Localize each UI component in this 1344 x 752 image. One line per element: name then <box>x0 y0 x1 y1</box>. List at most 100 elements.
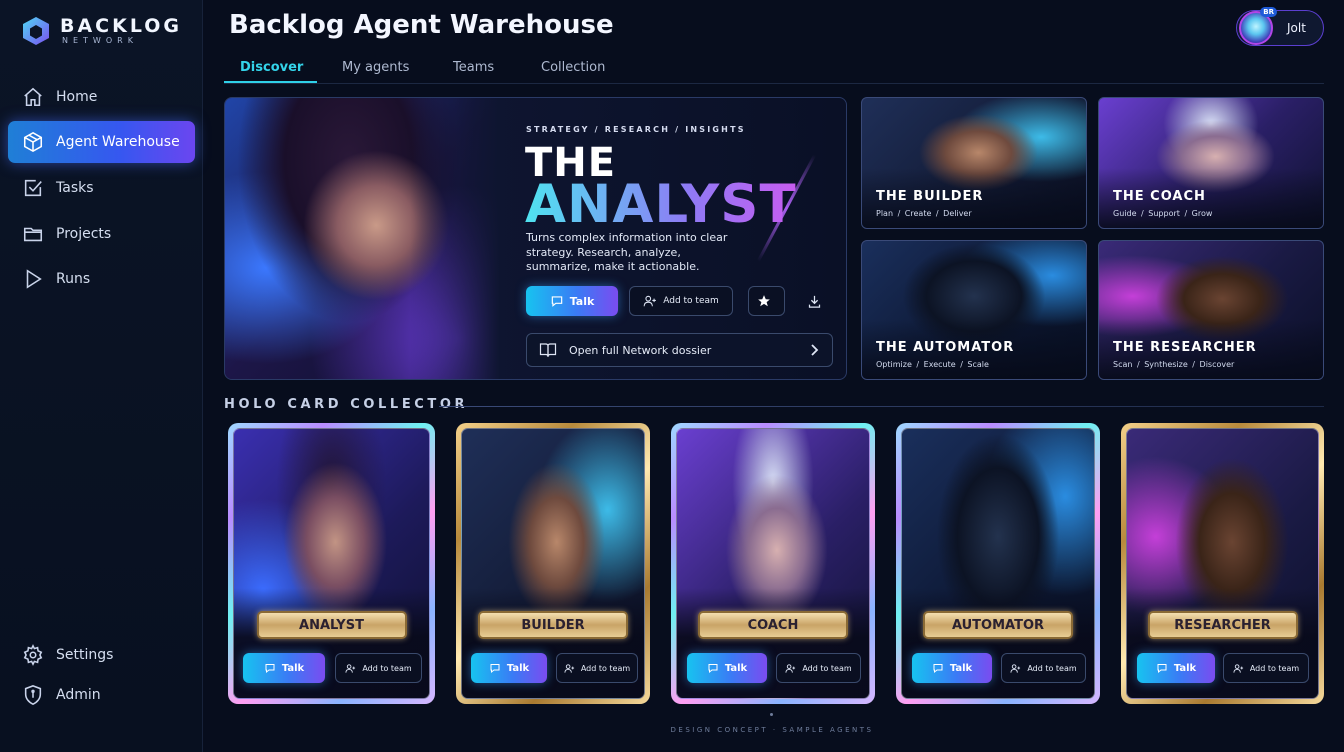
section-title: HOLO CARD COLLECTOR <box>224 397 469 412</box>
talk-button[interactable]: Talk <box>687 653 767 683</box>
user-name: Jolt <box>1287 21 1306 35</box>
add-to-team-button[interactable]: Add to team <box>1001 653 1086 683</box>
analyst-portrait <box>225 98 500 379</box>
add-to-team-label: Add to team <box>1249 663 1300 673</box>
agent-tags: Guide / Support / Grow <box>1113 209 1213 218</box>
tab-my-agents[interactable]: My agents <box>342 60 409 75</box>
user-menu[interactable]: BR Jolt <box>1236 7 1324 46</box>
card-art: COACH Talk Add to team <box>676 428 870 699</box>
sidebar-item-home[interactable]: Home <box>8 76 195 118</box>
avatar: BR <box>1239 7 1277 45</box>
home-icon <box>24 87 42 107</box>
talk-label: Talk <box>506 662 530 674</box>
agent-name: THE RESEARCHER <box>1113 340 1257 355</box>
talk-button[interactable]: Talk <box>1137 653 1215 683</box>
add-to-team-label: Add to team <box>362 663 412 673</box>
add-user-icon <box>643 295 657 307</box>
sidebar-item-runs[interactable]: Runs <box>8 258 195 300</box>
sidebar-item-admin[interactable]: Admin <box>8 674 195 716</box>
talk-button[interactable]: Talk <box>471 653 547 683</box>
chat-bubble-icon <box>708 664 718 674</box>
holo-card-automator[interactable]: AUTOMATOR Talk Add to team <box>896 423 1100 704</box>
chat-bubble-icon <box>1157 664 1167 674</box>
holo-card-builder[interactable]: BUILDER Talk Add to team <box>456 423 650 704</box>
agent-name: THE BUILDER <box>876 189 984 204</box>
talk-button[interactable]: Talk <box>243 653 325 683</box>
sidebar: BACKLOG NETWORK Home Agent Warehouse Tas… <box>0 0 203 752</box>
card-nameplate: AUTOMATOR <box>923 611 1073 639</box>
tab-collection[interactable]: Collection <box>541 60 605 75</box>
add-to-team-button[interactable]: Add to team <box>776 653 861 683</box>
holo-card-researcher[interactable]: RESEARCHER Talk Add to team <box>1121 423 1324 704</box>
play-icon <box>26 269 42 289</box>
sidebar-item-agent-warehouse[interactable]: Agent Warehouse <box>8 121 195 163</box>
talk-label: Talk <box>724 662 748 674</box>
tab-teams[interactable]: Teams <box>453 60 494 75</box>
agent-card-builder[interactable]: THE BUILDER Plan / Create / Deliver <box>861 97 1087 229</box>
footer-dot <box>770 713 773 716</box>
talk-label: Talk <box>281 662 305 674</box>
brand-logo[interactable]: BACKLOG NETWORK <box>22 16 182 46</box>
hero-description: Turns complex information into clear str… <box>526 231 728 273</box>
talk-button[interactable]: Talk <box>912 653 992 683</box>
sidebar-item-label: Admin <box>56 687 101 703</box>
add-user-icon <box>1010 663 1021 673</box>
card-art: BUILDER Talk Add to team <box>461 428 645 699</box>
agent-tags: Scan / Synthesize / Discover <box>1113 360 1235 369</box>
sidebar-item-label: Tasks <box>56 180 94 196</box>
sidebar-item-label: Projects <box>56 226 112 242</box>
favorite-button[interactable] <box>748 286 785 316</box>
hero-tags: STRATEGY / RESEARCH / INSIGHTS <box>526 125 746 134</box>
download-icon <box>808 295 820 308</box>
agent-name: THE COACH <box>1113 189 1206 204</box>
agent-card-coach[interactable]: THE COACH Guide / Support / Grow <box>1098 97 1324 229</box>
agent-tags: Optimize / Execute / Scale <box>876 360 989 369</box>
card-nameplate: RESEARCHER <box>1147 611 1298 639</box>
add-to-team-button[interactable]: Add to team <box>556 653 638 683</box>
sidebar-item-label: Runs <box>56 271 91 287</box>
card-nameplate: ANALYST <box>256 611 407 639</box>
chat-bubble-icon <box>933 664 943 674</box>
card-nameplate: BUILDER <box>478 611 628 639</box>
talk-button[interactable]: Talk <box>526 286 618 316</box>
footer-note: DESIGN CONCEPT · SAMPLE AGENTS <box>670 726 874 734</box>
talk-label: Talk <box>1173 662 1197 674</box>
card-art: ANALYST Talk Add to team <box>233 428 430 699</box>
shield-icon <box>24 685 42 706</box>
agent-card-researcher[interactable]: THE RESEARCHER Scan / Synthesize / Disco… <box>1098 240 1324 380</box>
sidebar-item-label: Home <box>56 89 98 105</box>
hero-analyst-card: STRATEGY / RESEARCH / INSIGHTS THE ANALY… <box>224 97 847 380</box>
talk-label: Talk <box>949 662 973 674</box>
open-dossier-button[interactable]: Open full Network dossier <box>526 333 833 367</box>
checkbox-icon <box>24 179 42 197</box>
add-to-team-button[interactable]: Add to team <box>335 653 422 683</box>
holo-card-coach[interactable]: COACH Talk Add to team <box>671 423 875 704</box>
sidebar-item-projects[interactable]: Projects <box>8 213 195 255</box>
talk-label: Talk <box>569 294 595 308</box>
hero-title: ANALYST <box>525 174 797 235</box>
chat-bubble-icon <box>490 664 500 674</box>
star-icon <box>757 295 770 307</box>
sidebar-item-tasks[interactable]: Tasks <box>8 167 195 209</box>
add-user-icon <box>345 663 356 673</box>
add-to-team-label: Add to team <box>1027 663 1077 673</box>
add-user-icon <box>1233 663 1243 673</box>
card-art: AUTOMATOR Talk Add to team <box>901 428 1095 699</box>
brand-name: BACKLOG <box>60 15 183 37</box>
add-to-team-label: Add to team <box>663 296 719 306</box>
download-button[interactable] <box>800 286 834 316</box>
agent-card-automator[interactable]: THE AUTOMATOR Optimize / Execute / Scale <box>861 240 1087 380</box>
add-to-team-button[interactable]: Add to team <box>1223 653 1309 683</box>
tab-bar: Discover My agents Teams Collection <box>224 54 1324 84</box>
sidebar-item-settings[interactable]: Settings <box>8 634 195 676</box>
add-to-team-button[interactable]: Add to team <box>629 286 733 316</box>
cube-icon <box>23 131 43 153</box>
sidebar-item-label: Settings <box>56 647 114 663</box>
tab-discover[interactable]: Discover <box>240 60 303 75</box>
page-title: Backlog Agent Warehouse <box>229 10 614 40</box>
book-icon <box>539 343 557 357</box>
card-art: RESEARCHER Talk Add to team <box>1126 428 1319 699</box>
agent-tags: Plan / Create / Deliver <box>876 209 972 218</box>
holo-card-analyst[interactable]: ANALYST Talk Add to team <box>228 423 435 704</box>
agent-name: THE AUTOMATOR <box>876 340 1015 355</box>
